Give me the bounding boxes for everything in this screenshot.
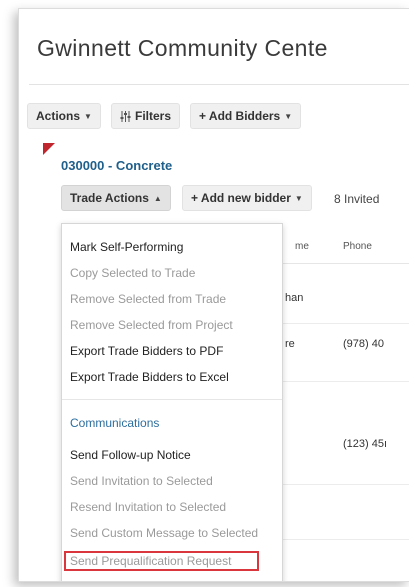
communications-heading: Communications xyxy=(70,416,160,430)
row-divider xyxy=(281,484,409,485)
table-cell-name: han xyxy=(285,292,304,304)
add-new-bidder-button[interactable]: + Add new bidder ▼ xyxy=(182,185,312,211)
caret-down-icon: ▼ xyxy=(84,111,92,121)
menu-item-remove-selected-from-trade[interactable]: Remove Selected from Trade xyxy=(70,292,226,306)
trade-actions-button[interactable]: Trade Actions ▲ xyxy=(61,185,171,211)
invited-count: 8 Invited xyxy=(334,192,380,206)
menu-item-send-invitation[interactable]: Send Invitation to Selected xyxy=(70,474,213,488)
actions-label: Actions xyxy=(36,109,81,123)
add-bidders-label: + Add Bidders xyxy=(199,109,281,123)
trade-title[interactable]: 030000 - Concrete xyxy=(61,158,172,173)
filters-label: Filters xyxy=(135,109,172,123)
menu-item-resend-invitation[interactable]: Resend Invitation to Selected xyxy=(70,500,226,514)
row-divider xyxy=(281,323,409,324)
menu-divider xyxy=(62,399,282,400)
column-header-phone: Phone xyxy=(343,241,372,252)
caret-down-icon: ▼ xyxy=(294,193,303,203)
table-header: me Phone xyxy=(281,233,409,264)
page-title: Gwinnett Community Cente xyxy=(37,35,328,61)
table-cell-phone: (978) 40 xyxy=(343,338,384,350)
status-flag xyxy=(43,143,55,155)
trade-actions-menu: Mark Self-Performing Copy Selected to Tr… xyxy=(61,223,283,581)
menu-item-copy-selected-to-trade[interactable]: Copy Selected to Trade xyxy=(70,266,195,280)
menu-item-send-follow-up-notice[interactable]: Send Follow-up Notice xyxy=(70,448,191,462)
filter-icon xyxy=(120,110,131,122)
highlight-box xyxy=(64,551,259,571)
menu-item-remove-selected-from-project[interactable]: Remove Selected from Project xyxy=(70,318,233,332)
menu-item-export-pdf[interactable]: Export Trade Bidders to PDF xyxy=(70,344,223,358)
trade-actions-label: Trade Actions xyxy=(70,191,149,205)
app-window: Gwinnett Community Cente Actions ▼ Filte… xyxy=(18,8,409,582)
table-cell-name: re xyxy=(285,338,295,350)
caret-down-icon: ▼ xyxy=(284,111,293,121)
column-header-name: me xyxy=(295,241,309,252)
add-bidders-button[interactable]: + Add Bidders ▼ xyxy=(190,103,302,129)
caret-up-icon: ▲ xyxy=(153,193,162,203)
row-divider xyxy=(281,539,409,540)
menu-item-mark-self-performing[interactable]: Mark Self-Performing xyxy=(70,240,183,254)
row-divider xyxy=(281,381,409,382)
filters-button[interactable]: Filters xyxy=(111,103,181,129)
menu-item-export-excel[interactable]: Export Trade Bidders to Excel xyxy=(70,370,229,384)
table-cell-phone: (123) 45ı xyxy=(343,438,388,450)
menu-item-send-custom-message[interactable]: Send Custom Message to Selected xyxy=(70,526,258,540)
actions-button[interactable]: Actions ▼ xyxy=(27,103,101,129)
title-divider xyxy=(29,84,409,85)
add-new-bidder-label: + Add new bidder xyxy=(191,191,291,205)
